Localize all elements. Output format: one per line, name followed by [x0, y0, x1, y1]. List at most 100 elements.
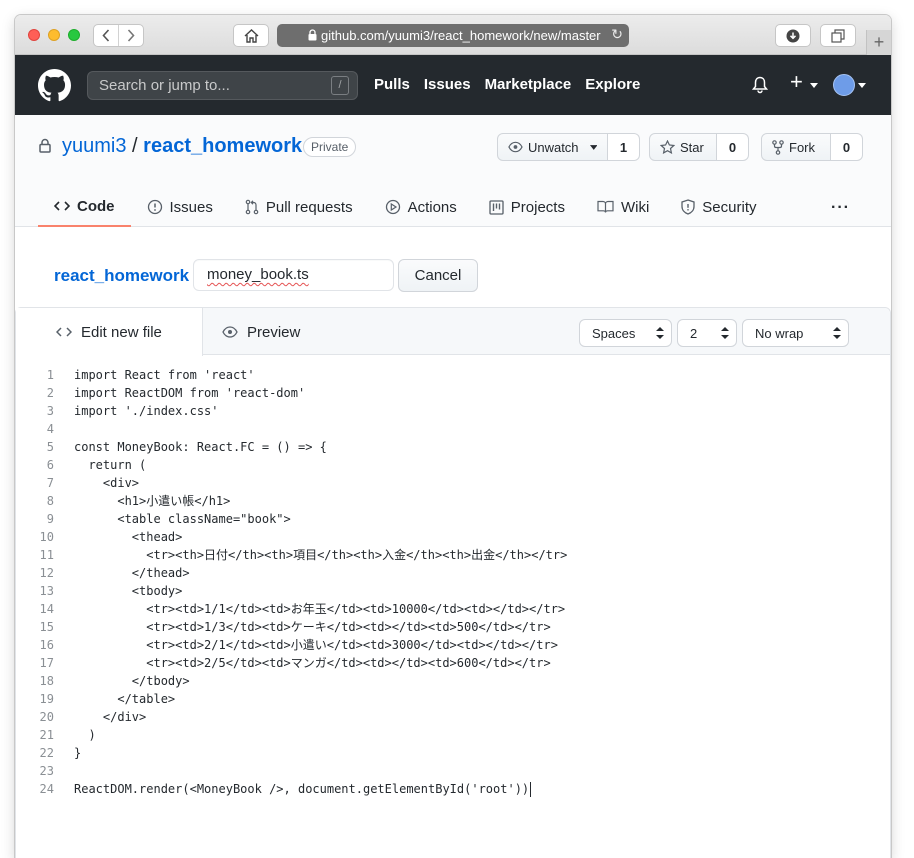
line-text: import ReactDOM from 'react-dom': [74, 386, 306, 400]
fork-icon: [772, 139, 784, 155]
home-button[interactable]: [233, 24, 269, 47]
code-line[interactable]: 2 import ReactDOM from 'react-dom': [16, 384, 890, 402]
code-line[interactable]: 19 </table>: [16, 690, 890, 708]
back-button[interactable]: [94, 25, 119, 46]
line-number: 15: [39, 620, 54, 634]
code-line[interactable]: 3 import './index.css': [16, 402, 890, 420]
star-button[interactable]: Star: [649, 133, 717, 161]
cancel-button[interactable]: Cancel: [398, 259, 478, 292]
plus-icon[interactable]: +: [790, 71, 803, 93]
line-number: 5: [46, 440, 54, 454]
repo-owner-link[interactable]: yuumi3: [62, 135, 126, 157]
browser-toolbar: github.com/yuumi3/react_homework/new/mas…: [15, 15, 891, 55]
tab-edit-new-file[interactable]: Edit new file: [16, 308, 203, 356]
tab-pull-requests[interactable]: Pull requests: [229, 187, 369, 227]
tab-preview-label: Preview: [247, 323, 301, 341]
code-area[interactable]: 1 import React from 'react' 2 import ReactD…: [16, 366, 890, 798]
code-line[interactable]: 17 <tr><td>2/5</td><td>マンガ</td><td></td>…: [16, 654, 890, 672]
code-line[interactable]: 12 </thead>: [16, 564, 890, 582]
nav-marketplace[interactable]: Marketplace: [485, 76, 572, 93]
nav-pulls[interactable]: Pulls: [374, 76, 410, 93]
unwatch-button[interactable]: Unwatch: [497, 133, 608, 161]
filename-input[interactable]: money_book.ts: [193, 259, 394, 291]
code-line[interactable]: 16 <tr><td>2/1</td><td>小遣い</td><td>3000<…: [16, 636, 890, 654]
fork-group: Fork 0: [761, 133, 863, 161]
fork-button[interactable]: Fork: [761, 133, 831, 161]
reload-icon[interactable]: ↻: [611, 26, 623, 43]
code-line[interactable]: 7 <div>: [16, 474, 890, 492]
tab-actions[interactable]: Actions: [369, 187, 473, 227]
star-icon: [660, 140, 675, 154]
github-logo-icon[interactable]: [38, 69, 71, 102]
download-icon: [786, 29, 800, 42]
downloads-button[interactable]: [775, 24, 811, 47]
code-line[interactable]: 18 </tbody>: [16, 672, 890, 690]
line-number: 14: [39, 602, 54, 616]
code-line[interactable]: 5 const MoneyBook: React.FC = () => {: [16, 438, 890, 456]
line-text: [54, 420, 74, 438]
tab-preview[interactable]: Preview: [222, 308, 300, 356]
repo-name-link[interactable]: react_homework: [143, 135, 302, 157]
avatar[interactable]: [833, 74, 855, 96]
code-line[interactable]: 15 <tr><td>1/3</td><td>ケーキ</td><td></td>…: [16, 618, 890, 636]
line-text: <h1>小遣い帳</h1>: [74, 494, 231, 508]
search-input[interactable]: Search or jump to... /: [87, 71, 358, 100]
line-text: </thead>: [74, 566, 190, 580]
breadcrumb-root-link[interactable]: react_homework: [54, 266, 189, 286]
code-line[interactable]: 6 return (: [16, 456, 890, 474]
chevron-left-icon: [102, 29, 110, 42]
code-line[interactable]: 8 <h1>小遣い帳</h1>: [16, 492, 890, 510]
minimize-window-button[interactable]: [48, 29, 60, 41]
code-line[interactable]: 24 ReactDOM.render(<MoneyBook />, documen…: [16, 780, 890, 798]
watch-count[interactable]: 1: [608, 133, 640, 161]
indent-size-select[interactable]: 2: [677, 319, 737, 347]
forward-button[interactable]: [119, 25, 143, 46]
tab-issues[interactable]: Issues: [131, 187, 229, 227]
line-text: import React from 'react': [74, 368, 255, 382]
line-text: <tr><td>2/1</td><td>小遣い</td><td>3000</td…: [74, 638, 558, 652]
tab-wiki[interactable]: Wiki: [581, 187, 665, 227]
line-number: 11: [39, 548, 54, 562]
tab-issues-label: Issues: [169, 198, 213, 216]
code-icon: [56, 327, 72, 337]
tab-code[interactable]: Code: [38, 187, 131, 227]
browser-window: github.com/yuumi3/react_homework/new/mas…: [15, 15, 891, 858]
code-line[interactable]: 20 </div>: [16, 708, 890, 726]
address-bar[interactable]: github.com/yuumi3/react_homework/new/mas…: [277, 24, 629, 47]
show-tabs-button[interactable]: [820, 24, 856, 47]
wrap-mode-select[interactable]: No wrap: [742, 319, 849, 347]
star-count[interactable]: 0: [717, 133, 749, 161]
bell-icon[interactable]: [752, 76, 768, 94]
code-line[interactable]: 10 <thead>: [16, 528, 890, 546]
indent-mode-select[interactable]: Spaces: [579, 319, 672, 347]
tab-wiki-label: Wiki: [620, 198, 650, 216]
close-window-button[interactable]: [28, 29, 40, 41]
code-line[interactable]: 14 <tr><td>1/1</td><td>お年玉</td><td>10000…: [16, 600, 890, 618]
new-tab-button[interactable]: +: [866, 30, 891, 55]
wrap-mode-value: No wrap: [755, 325, 804, 341]
tab-projects[interactable]: Projects: [473, 187, 581, 227]
nav-issues[interactable]: Issues: [424, 76, 471, 93]
code-line[interactable]: 22}: [16, 744, 890, 762]
tab-security[interactable]: Security: [665, 187, 772, 227]
code-line[interactable]: 13 <tbody>: [16, 582, 890, 600]
code-line[interactable]: 9 <table className="book">: [16, 510, 890, 528]
fork-count[interactable]: 0: [831, 133, 863, 161]
code-line[interactable]: 11 <tr><th>日付</th><th>項目</th><th>入金</th>…: [16, 546, 890, 564]
code-line[interactable]: 21 ): [16, 726, 890, 744]
tab-security-label: Security: [702, 198, 757, 216]
indent-mode-value: Spaces: [592, 325, 636, 341]
line-number: 3: [46, 404, 54, 418]
line-text: [54, 762, 74, 780]
code-line[interactable]: 4: [16, 420, 890, 438]
book-icon: [597, 200, 614, 213]
zoom-window-button[interactable]: [68, 29, 80, 41]
github-header: Search or jump to... / Pulls Issues Mark…: [15, 55, 891, 115]
nav-explore[interactable]: Explore: [585, 76, 640, 93]
history-nav: [93, 24, 144, 47]
select-arrows-icon: [656, 327, 664, 339]
code-line[interactable]: 1 import React from 'react': [16, 366, 890, 384]
code-line[interactable]: 23: [16, 762, 890, 780]
line-number: 8: [46, 494, 54, 508]
more-tabs-button[interactable]: ···: [831, 199, 850, 217]
